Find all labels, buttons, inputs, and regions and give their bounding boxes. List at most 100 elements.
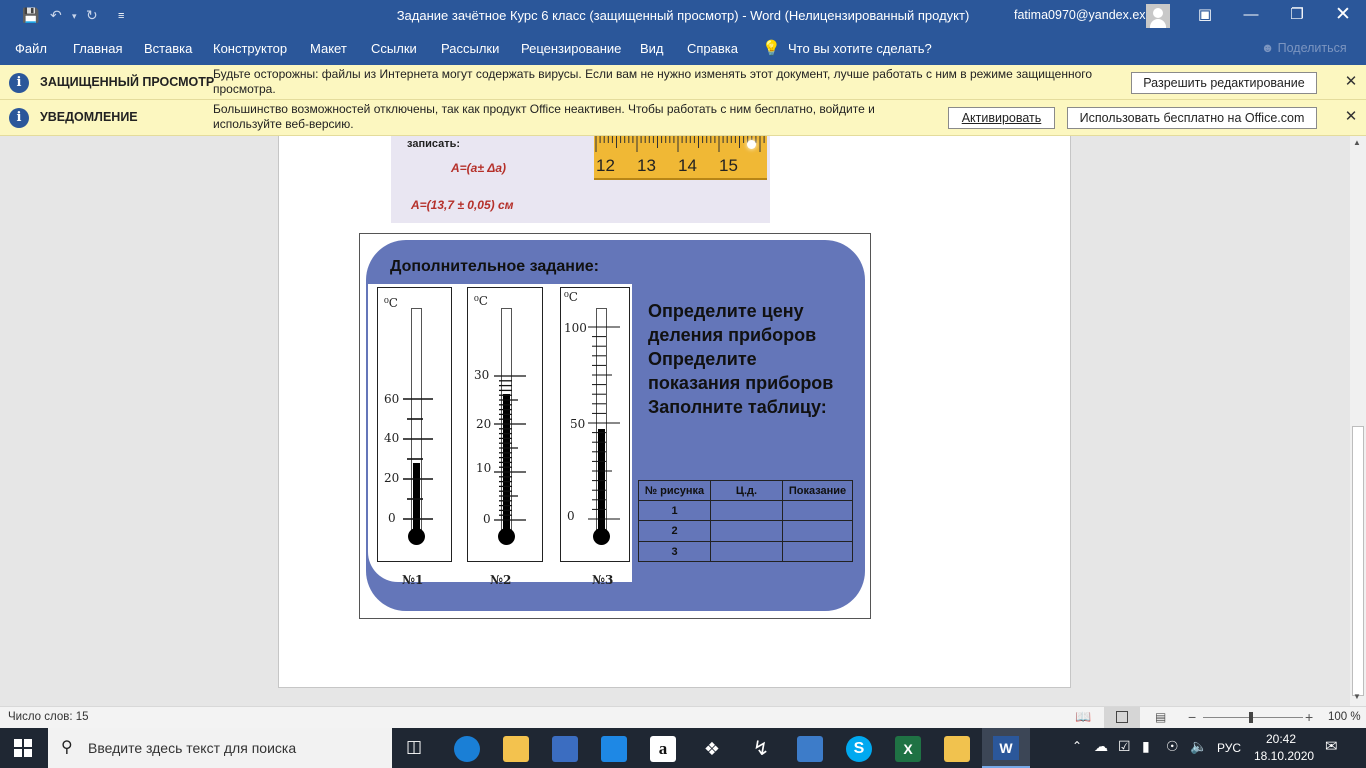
instruction-line: показания приборов bbox=[648, 373, 834, 393]
table-cell: 2 bbox=[638, 520, 711, 542]
table-header-row: № рисунка Ц.д. Показание bbox=[638, 480, 853, 501]
tick-label: 10 bbox=[476, 461, 492, 475]
tick-label: 0 bbox=[567, 509, 575, 523]
thermometer-bulb bbox=[593, 528, 610, 545]
shield-info-icon: i bbox=[9, 73, 29, 93]
task-image-frame: Дополнительное задание: ⁰C 60 40 20 0 №1… bbox=[359, 233, 871, 619]
menu-insert[interactable]: Вставка bbox=[144, 41, 192, 56]
ruler-label: 12 bbox=[596, 156, 615, 175]
wifi-icon[interactable]: ☉ bbox=[1166, 738, 1179, 755]
activate-button[interactable]: Активировать bbox=[948, 107, 1055, 129]
ribbon-display-icon[interactable]: ▣ bbox=[1182, 0, 1228, 32]
windows-start-icon[interactable] bbox=[14, 739, 32, 757]
close-icon[interactable]: ✕ bbox=[1320, 0, 1366, 32]
document-page[interactable]: записать: A=(a± Δa) A=(13,7 ± 0,05) см 1… bbox=[278, 136, 1071, 688]
tick-label: 30 bbox=[474, 368, 490, 382]
minimize-icon[interactable]: — bbox=[1228, 0, 1274, 32]
scroll-thumb[interactable] bbox=[1352, 426, 1364, 696]
notifications-icon[interactable]: ✉ bbox=[1325, 737, 1338, 755]
folder-user-icon[interactable] bbox=[944, 736, 970, 762]
mail-icon[interactable] bbox=[601, 736, 627, 762]
menu-help[interactable]: Справка bbox=[687, 41, 738, 56]
thermometer-3: ⁰C 100 50 0 bbox=[560, 287, 630, 562]
menu-mailings[interactable]: Рассылки bbox=[441, 41, 499, 56]
use-free-office-button[interactable]: Использовать бесплатно на Office.com bbox=[1067, 107, 1317, 129]
print-layout-icon[interactable] bbox=[1104, 707, 1140, 728]
vertical-scrollbar[interactable]: ▲ ▼ bbox=[1350, 136, 1366, 706]
undo-dropdown-icon[interactable]: ▾ bbox=[72, 11, 77, 22]
menu-bar: Файл Главная Вставка Конструктор Макет С… bbox=[0, 32, 1366, 65]
store-icon[interactable] bbox=[552, 736, 578, 762]
restore-icon[interactable]: ❐ bbox=[1274, 0, 1320, 32]
save-icon[interactable]: 💾 bbox=[22, 7, 39, 24]
dropbox-icon[interactable]: ❖ bbox=[699, 736, 725, 762]
status-bar: Число слов: 15 📖 ▤ − + 100 % bbox=[0, 706, 1366, 728]
volume-icon[interactable]: 🔈 bbox=[1190, 738, 1207, 755]
edge-icon[interactable] bbox=[454, 736, 480, 762]
customize-toolbar-icon[interactable]: ≡ bbox=[118, 10, 124, 22]
amazon-icon[interactable]: a bbox=[650, 736, 676, 762]
word-taskbar-button[interactable]: W bbox=[982, 728, 1030, 768]
table-header: Ц.д. bbox=[710, 480, 783, 501]
zoom-level[interactable]: 100 % bbox=[1328, 711, 1361, 723]
read-mode-icon[interactable]: 📖 bbox=[1075, 709, 1091, 725]
partial-caption: записать: bbox=[407, 138, 461, 150]
task-view-icon[interactable]: ◫ bbox=[406, 737, 422, 757]
app-icon[interactable]: ↯ bbox=[748, 736, 774, 762]
web-layout-icon[interactable]: ▤ bbox=[1155, 710, 1166, 724]
table-cell bbox=[710, 520, 783, 542]
lightbulb-icon: 💡 bbox=[762, 40, 781, 57]
tick-label: 20 bbox=[384, 471, 400, 485]
menu-review[interactable]: Рецензирование bbox=[521, 41, 621, 56]
zoom-slider[interactable] bbox=[1203, 717, 1303, 718]
menu-references[interactable]: Ссылки bbox=[371, 41, 417, 56]
close-protected-bar-icon[interactable]: ✕ bbox=[1342, 73, 1360, 91]
taskbar-search[interactable]: ⚲ Введите здесь текст для поиска bbox=[48, 728, 392, 768]
close-notice-bar-icon[interactable]: ✕ bbox=[1342, 108, 1360, 126]
skype-icon[interactable]: S bbox=[846, 736, 872, 762]
excel-icon[interactable]: X bbox=[895, 736, 921, 762]
clock-time[interactable]: 20:42 bbox=[1266, 732, 1296, 746]
menu-view[interactable]: Вид bbox=[640, 41, 664, 56]
unit-label: ⁰C bbox=[384, 296, 398, 310]
photos-icon[interactable] bbox=[797, 736, 823, 762]
tell-me-search[interactable]: Что вы хотите сделать? bbox=[788, 41, 932, 56]
scroll-up-icon[interactable]: ▲ bbox=[1353, 138, 1361, 147]
word-count[interactable]: Число слов: 15 bbox=[8, 711, 89, 723]
taskbar: ⚲ Введите здесь текст для поиска ◫ a ❖ ↯… bbox=[0, 728, 1366, 768]
table-header: Показание bbox=[782, 480, 853, 501]
instruction-line: Определите цену bbox=[648, 301, 804, 321]
user-account[interactable]: fatima0970@yandex.ex.ru bbox=[1014, 8, 1160, 22]
menu-layout[interactable]: Макет bbox=[310, 41, 347, 56]
enable-editing-button[interactable]: Разрешить редактирование bbox=[1131, 72, 1317, 94]
zoom-in-icon[interactable]: + bbox=[1305, 709, 1313, 725]
chevron-up-icon[interactable]: ⌃ bbox=[1072, 739, 1082, 753]
tick-label: 0 bbox=[483, 512, 491, 526]
tick-label: 60 bbox=[384, 392, 400, 406]
search-placeholder: Введите здесь текст для поиска bbox=[88, 740, 297, 756]
battery-icon[interactable]: ▮ bbox=[1142, 738, 1150, 755]
scroll-down-icon[interactable]: ▼ bbox=[1353, 692, 1361, 701]
table-cell bbox=[782, 500, 853, 521]
file-explorer-icon[interactable] bbox=[503, 736, 529, 762]
menu-design[interactable]: Конструктор bbox=[213, 41, 287, 56]
clock-date[interactable]: 18.10.2020 bbox=[1254, 749, 1314, 763]
share-button[interactable]: ☻ Поделиться bbox=[1261, 41, 1347, 55]
ruler-label: 13 bbox=[637, 156, 656, 175]
zoom-out-icon[interactable]: − bbox=[1188, 709, 1196, 725]
zoom-slider-thumb[interactable] bbox=[1249, 712, 1253, 723]
redo-icon[interactable]: ↻ bbox=[86, 7, 98, 24]
tick-label: 0 bbox=[388, 511, 396, 525]
avatar[interactable] bbox=[1146, 4, 1170, 28]
undo-icon[interactable]: ↶ bbox=[50, 7, 62, 24]
table-cell bbox=[710, 541, 783, 562]
onedrive-icon[interactable]: ☁ bbox=[1094, 738, 1108, 755]
menu-file[interactable]: Файл bbox=[15, 41, 47, 56]
menu-home[interactable]: Главная bbox=[73, 41, 122, 56]
thermometer-scale bbox=[494, 375, 526, 521]
language-indicator[interactable]: РУС bbox=[1217, 741, 1241, 755]
tick-label: 40 bbox=[384, 431, 400, 445]
defender-icon[interactable]: ☑ bbox=[1118, 738, 1131, 755]
result: A=(13,7 ± 0,05) см bbox=[411, 198, 514, 212]
notice-message: Большинство возможностей отключены, так … bbox=[213, 102, 875, 131]
